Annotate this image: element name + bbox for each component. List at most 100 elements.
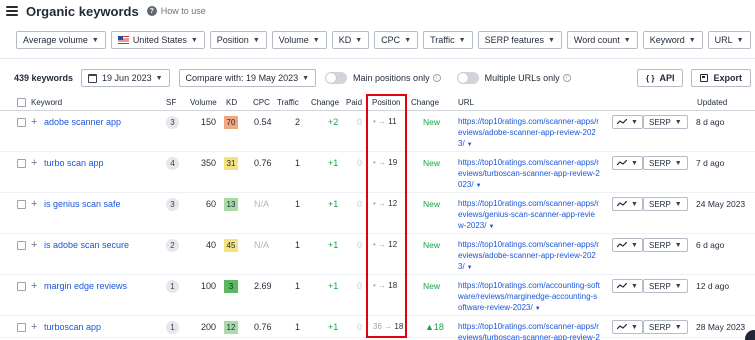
updated-value: 6 d ago — [696, 240, 725, 250]
filter-volume[interactable]: Volume ▼ — [271, 31, 327, 49]
current-position: 18 — [394, 322, 404, 331]
filter-keyword[interactable]: Keyword ▼ — [642, 31, 703, 49]
filter-kd[interactable]: KD ▼ — [331, 31, 370, 49]
position-change: ▲18 — [425, 322, 444, 332]
row-checkbox[interactable] — [17, 159, 26, 168]
serp-button[interactable]: SERP ▼ — [643, 115, 688, 129]
url-link[interactable]: https://top10ratings.com/scanner-apps/r e… — [458, 116, 608, 151]
filter-cpc[interactable]: CPC ▼ — [374, 31, 419, 49]
add-keyword-icon[interactable]: + — [31, 240, 37, 251]
chevron-down-icon[interactable]: ▼ — [467, 265, 473, 271]
col-volume[interactable]: Volume — [190, 98, 217, 107]
main-positions-toggle[interactable] — [325, 72, 348, 84]
date-label: 19 Jun 2023 — [102, 73, 152, 83]
keyword-link[interactable]: is adobe scan secure — [44, 240, 129, 250]
api-button[interactable]: { } API — [637, 69, 684, 87]
serp-button[interactable]: SERP ▼ — [643, 197, 688, 211]
serp-label: SERP — [649, 158, 671, 168]
url-line: ware/reviews/marginedge-accounting-s — [458, 292, 598, 301]
col-updated[interactable]: Updated — [697, 98, 727, 107]
url-link[interactable]: https://top10ratings.com/accounting-soft… — [458, 280, 608, 315]
chevron-down-icon[interactable]: ▼ — [535, 306, 541, 312]
chevron-down-icon: ▼ — [252, 36, 260, 44]
trend-chart-button[interactable]: ▼ — [612, 115, 643, 129]
serp-button[interactable]: SERP ▼ — [643, 279, 688, 293]
help-icon[interactable]: ? — [146, 6, 157, 16]
keyword-link[interactable]: turbo scan app — [44, 158, 104, 168]
filter-serp-features[interactable]: SERP features ▼ — [477, 31, 562, 49]
menu-icon[interactable] — [6, 6, 18, 16]
select-all-checkbox[interactable] — [17, 98, 26, 107]
url-link[interactable]: https://top10ratings.com/scanner-apps/r e… — [458, 321, 608, 340]
trend-chart-button[interactable]: ▼ — [612, 279, 643, 293]
col-keyword[interactable]: Keyword — [31, 98, 62, 107]
col-traffic[interactable]: Traffic — [277, 98, 299, 107]
date-picker[interactable]: 19 Jun 2023 ▼ — [81, 69, 170, 87]
keyword-link[interactable]: margin edge reviews — [44, 281, 127, 291]
filter-position[interactable]: Position ▼ — [209, 31, 267, 49]
kd-badge: 13 — [224, 198, 238, 211]
multiple-urls-toggle[interactable] — [456, 72, 479, 84]
trend-chart-button[interactable]: ▼ — [612, 238, 643, 252]
chevron-down-icon: ▼ — [631, 282, 638, 290]
filter-word-count[interactable]: Word count ▼ — [566, 31, 638, 49]
updated-value: 24 May 2023 — [696, 199, 746, 209]
volume-value: 200 — [200, 322, 216, 332]
table-row: + is genius scan safe 3 60 13 N/A 1 +1 0 • → 12 Ne… — [0, 193, 755, 234]
url-link[interactable]: https://top10ratings.com/scanner-apps/r e… — [458, 198, 608, 233]
how-to-use-link[interactable]: How to use — [161, 6, 206, 16]
keyword-link[interactable]: turboscan app — [44, 322, 101, 332]
filter-average-volume[interactable]: Average volume ▼ — [16, 31, 106, 49]
url-line: https://top10ratings.com/scanner-apps/r — [458, 240, 599, 249]
current-position: 12 — [388, 199, 398, 208]
trend-chart-button[interactable]: ▼ — [612, 197, 643, 211]
row-checkbox[interactable] — [17, 118, 26, 127]
info-icon[interactable]: i — [562, 74, 571, 82]
row-checkbox[interactable] — [17, 200, 26, 209]
add-keyword-icon[interactable]: + — [31, 117, 37, 128]
url-link[interactable]: https://top10ratings.com/scanner-apps/r e… — [458, 239, 608, 274]
table-header: Keyword SF Volume KD CPC Traffic Change … — [0, 94, 755, 111]
chevron-down-icon[interactable]: ▼ — [488, 224, 494, 230]
row-checkbox[interactable] — [17, 241, 26, 250]
chevron-down-icon[interactable]: ▼ — [476, 183, 482, 189]
col-paid[interactable]: Paid — [346, 98, 362, 107]
col-sf[interactable]: SF — [166, 98, 176, 107]
col-kd[interactable]: KD — [226, 98, 237, 107]
export-button[interactable]: Export — [691, 69, 751, 87]
add-keyword-icon[interactable]: + — [31, 281, 37, 292]
col-position-change[interactable]: Change — [411, 98, 439, 107]
keyword-link[interactable]: adobe scanner app — [44, 117, 121, 127]
col-change[interactable]: Change — [311, 98, 339, 107]
serp-label: SERP — [649, 281, 671, 291]
row-checkbox[interactable] — [17, 323, 26, 332]
filter-url[interactable]: URL ▼ — [707, 31, 751, 49]
traffic-change: +2 — [328, 117, 339, 127]
position-value: • → 19 — [373, 158, 397, 167]
filter-label: Volume — [278, 35, 309, 45]
row-checkbox[interactable] — [17, 282, 26, 291]
cpc-value: N/A — [254, 240, 270, 250]
volume-value: 150 — [200, 117, 216, 127]
compare-date-select[interactable]: Compare with: 19 May 2023 ▼ — [178, 69, 317, 87]
filter-traffic[interactable]: Traffic ▼ — [423, 31, 473, 49]
col-cpc[interactable]: CPC — [253, 98, 270, 107]
chevron-down-icon[interactable]: ▼ — [467, 142, 473, 148]
trend-chart-button[interactable]: ▼ — [612, 320, 643, 334]
serp-button[interactable]: SERP ▼ — [643, 156, 688, 170]
filter-bar: Average volume ▼ United States ▼ Position ▼ Vo… — [16, 31, 751, 49]
add-keyword-icon[interactable]: + — [31, 322, 37, 333]
serp-button[interactable]: SERP ▼ — [643, 238, 688, 252]
filter-country[interactable]: United States ▼ — [110, 31, 205, 49]
info-icon[interactable]: i — [432, 74, 441, 82]
chevron-down-icon: ▼ — [91, 36, 99, 44]
url-link[interactable]: https://top10ratings.com/scanner-apps/r e… — [458, 157, 608, 192]
col-url[interactable]: URL — [458, 98, 474, 107]
trend-chart-button[interactable]: ▼ — [612, 156, 643, 170]
kd-badge: 12 — [224, 321, 238, 334]
add-keyword-icon[interactable]: + — [31, 199, 37, 210]
keyword-link[interactable]: is genius scan safe — [44, 199, 121, 209]
col-position[interactable]: Position — [372, 98, 400, 107]
add-keyword-icon[interactable]: + — [31, 158, 37, 169]
serp-button[interactable]: SERP ▼ — [643, 320, 688, 334]
